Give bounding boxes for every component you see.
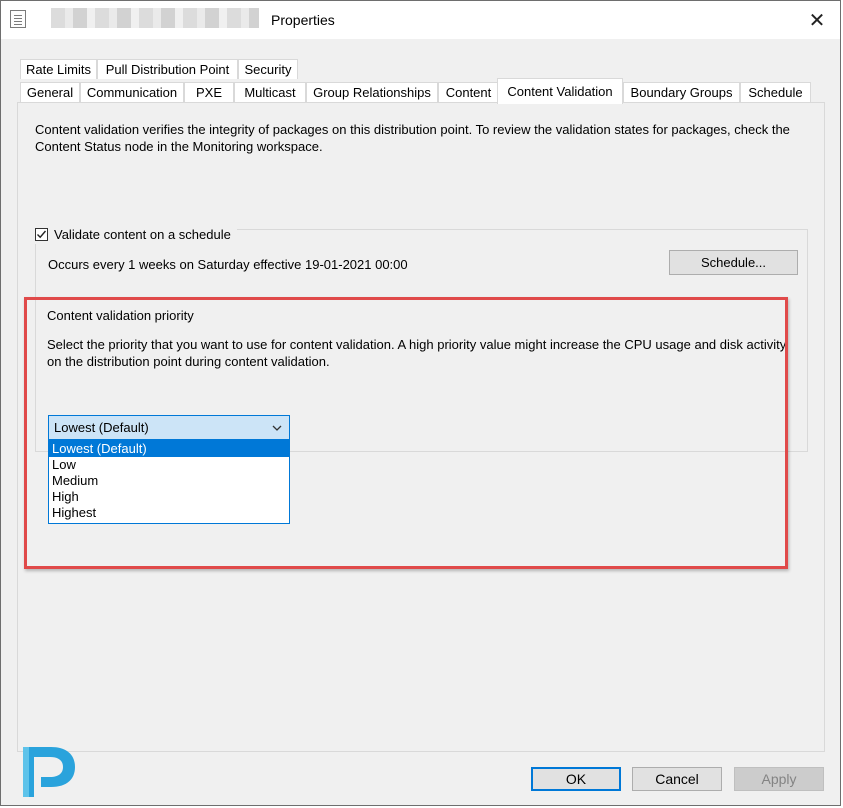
tab-pull-distribution-point[interactable]: Pull Distribution Point: [97, 59, 238, 79]
content-validation-description: Content validation verifies the integrit…: [35, 122, 790, 154]
redacted-server-name: [51, 8, 259, 28]
priority-option-highest[interactable]: Highest: [49, 505, 289, 521]
tab-rate-limits[interactable]: Rate Limits: [20, 59, 97, 79]
title-bar: Properties ✕: [1, 1, 840, 39]
properties-icon: [10, 10, 26, 28]
chevron-down-icon: [272, 425, 282, 431]
tab-content[interactable]: Content: [438, 82, 499, 102]
priority-option-high[interactable]: High: [49, 489, 289, 505]
ok-button[interactable]: OK: [531, 767, 621, 791]
priority-option-lowest[interactable]: Lowest (Default): [49, 441, 289, 457]
tab-schedule[interactable]: Schedule: [740, 82, 811, 102]
window-title: Properties: [271, 12, 335, 28]
apply-button[interactable]: Apply: [734, 767, 824, 791]
tab-boundary-groups[interactable]: Boundary Groups: [623, 82, 740, 102]
cancel-button[interactable]: Cancel: [632, 767, 722, 791]
properties-window: Properties ✕ Rate Limits Pull Distributi…: [0, 0, 841, 806]
checkmark-icon: [37, 230, 47, 238]
tab-communication[interactable]: Communication: [80, 82, 184, 102]
validate-on-schedule-checkbox[interactable]: [35, 227, 48, 241]
validate-on-schedule-label: Validate content on a schedule: [54, 226, 231, 242]
priority-selected-value: Lowest (Default): [54, 420, 149, 435]
priority-option-medium[interactable]: Medium: [49, 473, 289, 489]
priority-options-list: Lowest (Default) Low Medium High Highest: [48, 440, 290, 524]
close-icon: ✕: [808, 9, 826, 32]
tab-general[interactable]: General: [20, 82, 80, 102]
close-button[interactable]: ✕: [794, 1, 840, 39]
priority-option-low[interactable]: Low: [49, 457, 289, 473]
validate-on-schedule-row[interactable]: Validate content on a schedule: [35, 224, 237, 244]
schedule-summary: Occurs every 1 weeks on Saturday effecti…: [48, 257, 408, 272]
tab-pxe[interactable]: PXE: [184, 82, 234, 102]
prajwal-logo-icon: [23, 747, 75, 797]
tab-multicast[interactable]: Multicast: [234, 82, 306, 102]
tab-security[interactable]: Security: [238, 59, 298, 79]
tab-content-validation[interactable]: Content Validation: [497, 78, 623, 104]
schedule-button[interactable]: Schedule...: [669, 250, 798, 275]
priority-dropdown[interactable]: Lowest (Default): [48, 415, 290, 440]
tab-group-relationships[interactable]: Group Relationships: [306, 82, 438, 102]
